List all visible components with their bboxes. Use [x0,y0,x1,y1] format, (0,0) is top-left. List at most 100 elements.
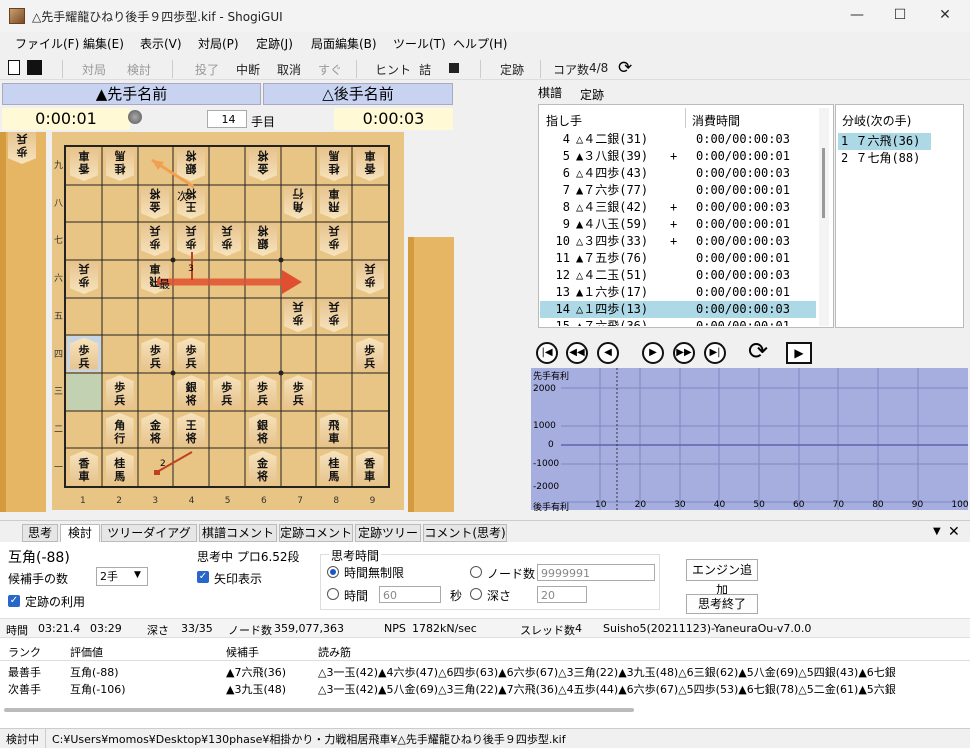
graph-y-tick: -1000 [533,459,560,469]
bottom-tab[interactable]: 思考 [22,524,58,542]
time-label[interactable]: 時間 [344,587,368,604]
dropdown-arrow-icon[interactable]: ▼ [933,526,941,537]
save-icon[interactable] [27,60,42,75]
menu-position-edit[interactable]: 局面編集(B) [311,35,377,52]
move-now-button[interactable]: すぐ [318,61,342,78]
move-number: 12 [555,268,570,282]
radio-depth[interactable] [470,588,482,600]
kifu-row[interactable]: 6 △４四歩(43) 0:00/00:00:03 [540,165,816,182]
radio-time[interactable] [327,588,339,600]
depth-label[interactable]: 深さ [487,587,511,604]
bottom-tab[interactable]: 定跡コメント [279,524,353,542]
interrupt-button[interactable]: 中断 [236,61,260,78]
radio-nodes[interactable] [470,566,482,578]
flip-board-icon[interactable]: ⟳ [748,337,768,365]
branch-header: 分岐(次の手) [842,114,912,128]
forward-10-icon[interactable]: ▶▶ [673,342,695,364]
back-icon[interactable]: ◀ [597,342,619,364]
unlimited-label[interactable]: 時間無制限 [344,564,404,581]
graph-bottom-label: 後手有利 [533,503,570,513]
move-text: ▲７五歩(76) [576,251,649,265]
hint-button[interactable]: ヒント [375,61,411,78]
kifu-row[interactable]: 10 △３四歩(33) +0:00/00:00:03 [540,233,816,250]
depth-input[interactable]: 20 [537,586,587,603]
checkbox-icon[interactable]: ✓ [8,595,20,607]
mate-button[interactable]: 詰 [419,61,431,78]
kifu-row[interactable]: 14 △１四歩(13) 0:00/00:00:03 [540,301,816,318]
bottom-tab[interactable]: 定跡ツリー [355,524,421,542]
menu-view[interactable]: 表示(V) [140,35,182,52]
new-file-icon[interactable] [8,60,20,75]
tab-joseki[interactable]: 定跡 [580,86,604,103]
first-move-icon[interactable]: |◀ [536,342,558,364]
move-text: ▲４八玉(59) [576,217,649,231]
kifu-row[interactable]: 7 ▲７六歩(77) 0:00/00:00:01 [540,182,816,199]
move-text: △４二玉(51) [576,268,649,282]
kento-button[interactable]: 検討 [127,61,151,78]
kifu-scrollbar[interactable] [819,108,829,326]
bottom-tab[interactable]: 棋譜コメント [199,524,277,542]
sente-clock: 0:00:01 [2,108,130,130]
gote-hand-piece[interactable]: 歩兵 [8,132,36,164]
file-number: 4 [188,496,195,506]
menu-edit[interactable]: 編集(E) [83,35,124,52]
kifu-row[interactable]: 13 ▲１六歩(17) 0:00/00:00:01 [540,284,816,301]
status-state: 検討中 [6,733,39,746]
forward-icon[interactable]: ▶ [642,342,664,364]
rank-number: 七 [54,236,64,247]
time-input[interactable]: 60 [379,586,441,603]
joseki-button[interactable]: 定跡 [500,61,524,78]
close-icon[interactable]: ✕ [936,6,954,24]
minimize-icon[interactable]: — [848,6,866,24]
use-joseki-label[interactable]: 定跡の利用 [25,593,85,610]
undo-button[interactable]: 取消 [277,61,301,78]
kifu-row[interactable]: 9 ▲４八玉(59) +0:00/00:00:01 [540,216,816,233]
kifu-row[interactable]: 12 △４二玉(51) 0:00/00:00:03 [540,267,816,284]
graph-x-tick: 100 [951,500,969,510]
taikyoku-button[interactable]: 対局 [82,61,106,78]
nodes-label[interactable]: ノード数 [487,565,535,582]
info-engine: Suisho5(20211123)-YaneuraOu-v7.0.0 [603,622,812,635]
stop-thinking-button[interactable]: 思考終了 [686,594,758,614]
play-icon[interactable]: ▶ [786,342,812,364]
stop-icon[interactable] [449,63,459,73]
kifu-row[interactable]: 15 ▲７六飛(36) 0:00/00:00:01 [540,318,816,326]
radio-unlimited[interactable] [327,566,339,578]
gote-clock: 0:00:03 [334,108,453,130]
kifu-row[interactable]: 8 △４三銀(42) +0:00/00:00:03 [540,199,816,216]
info-time-label: 時間 [6,624,28,637]
add-engine-button[interactable]: エンジン追加 [686,559,758,597]
pv-eval: 互角(-106) [70,683,126,696]
nodes-input[interactable]: 9999991 [537,564,655,581]
move-number-input[interactable]: 14 [207,110,247,128]
show-arrows-label[interactable]: 矢印表示 [214,570,262,587]
checkbox-icon[interactable]: ✓ [197,571,209,583]
bottom-tab[interactable]: 検討 [60,524,100,542]
horizontal-scrollbar[interactable] [4,708,634,712]
turn-indicator-icon [128,110,142,124]
info-nodes-label: ノード数 [228,624,272,637]
kifu-row[interactable]: 11 ▲７五歩(76) 0:00/00:00:01 [540,250,816,267]
close-panel-icon[interactable]: ✕ [948,524,960,540]
branch-item[interactable]: 1 ７六飛(36) [838,133,931,150]
last-move-icon[interactable]: ▶| [704,342,726,364]
tab-kifu[interactable]: 棋譜 [538,84,562,101]
think-time-title: 思考時間 [329,547,382,564]
refresh-icon[interactable]: ⟳ [618,58,632,78]
bottom-tab[interactable]: コメント(思考) [423,524,507,542]
move-number: 4 [562,132,570,146]
pv-move: ▲3九玉(48) [226,683,287,696]
pv-rank: 最善手 [8,666,41,679]
bottom-tab[interactable]: ツリーダイアグラム [101,524,197,556]
resign-button[interactable]: 投了 [195,61,219,78]
kifu-row[interactable]: 5 ▲３八銀(39) +0:00/00:00:01 [540,148,816,165]
menu-file[interactable]: ファイル(F) [15,35,79,52]
menu-joseki[interactable]: 定跡(J) [256,35,293,52]
maximize-icon[interactable]: ☐ [891,6,909,24]
kifu-row[interactable]: 4 △４二銀(31) 0:00/00:00:03 [540,131,816,148]
menu-help[interactable]: ヘルプ(H) [453,35,507,52]
back-10-icon[interactable]: ◀◀ [566,342,588,364]
menu-game[interactable]: 対局(P) [198,35,239,52]
menu-tools[interactable]: ツール(T) [393,35,446,52]
branch-item[interactable]: 2 ７七角(88) [838,150,920,167]
